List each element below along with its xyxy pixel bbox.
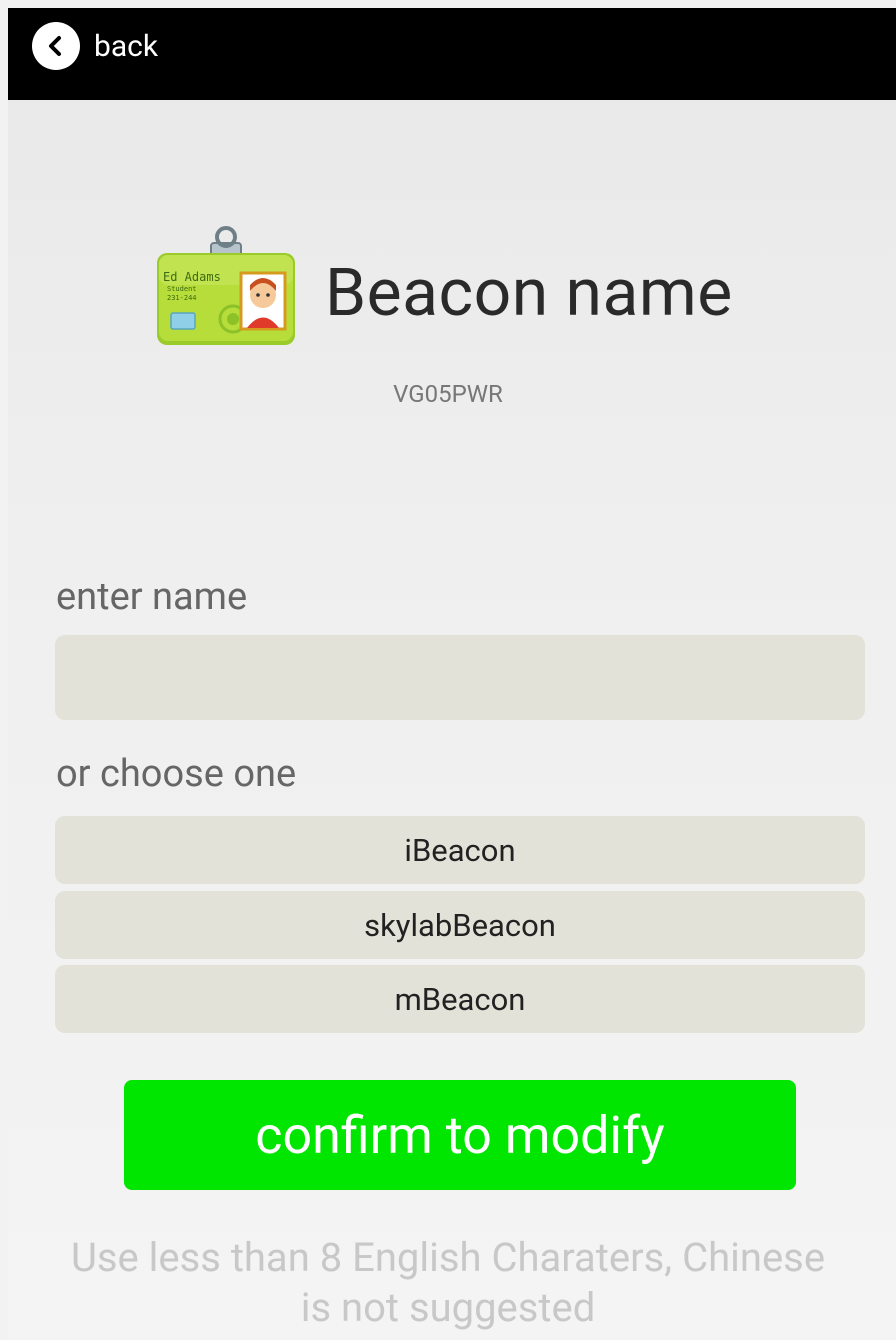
svg-text:Student: Student [167,285,197,293]
enter-name-label: enter name [56,575,248,619]
top-margin [0,0,896,8]
back-label[interactable]: back [94,29,158,64]
name-input[interactable] [55,635,865,720]
id-badge-icon: Ed Adams Student 231-244 [155,225,297,347]
navigation-bar: back [8,8,896,100]
hint-line-2: is not suggested [300,1284,596,1331]
left-margin [0,0,8,1340]
option-skylabbeacon[interactable]: skylabBeacon [55,891,865,959]
hint-text: Use less than 8 English Charaters, Chine… [0,1233,896,1333]
svg-text:231-244: 231-244 [167,294,197,302]
back-arrow-icon[interactable] [32,22,80,70]
page-title: Beacon name [325,254,733,332]
page-header: Ed Adams Student 231-244 Beacon name [155,225,733,347]
option-ibeacon[interactable]: iBeacon [55,816,865,884]
back-button[interactable]: back [32,22,158,70]
option-mbeacon[interactable]: mBeacon [55,965,865,1033]
svg-text:Ed Adams: Ed Adams [163,270,221,284]
confirm-button[interactable]: confirm to modify [124,1080,796,1190]
beacon-id: VG05PWR [393,380,503,408]
hint-line-1: Use less than 8 English Charaters, Chine… [70,1234,826,1281]
choose-label: or choose one [56,752,297,796]
